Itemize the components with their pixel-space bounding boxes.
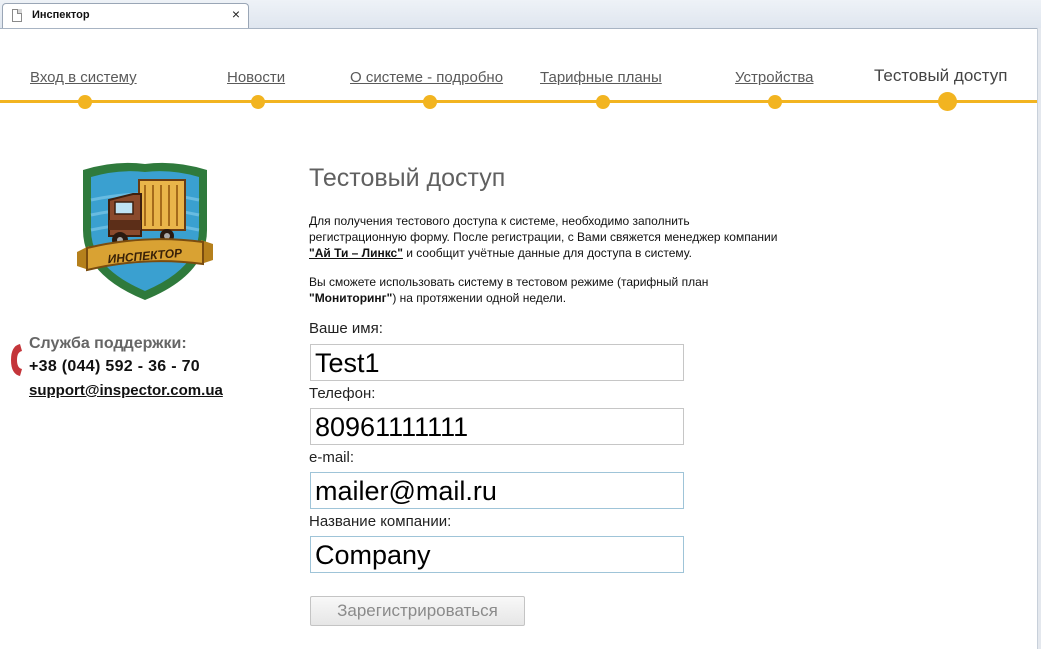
nav-dot-tariffs <box>596 95 610 109</box>
nav-dot-about <box>423 95 437 109</box>
nav-item-devices[interactable]: Устройства <box>735 69 813 86</box>
intro-paragraph-1: Для получения тестового доступа к систем… <box>309 213 829 261</box>
support-phone: +38 (044) 592 - 36 - 70 <box>29 358 201 375</box>
nav-item-news[interactable]: Новости <box>227 69 285 86</box>
intro-line: и сообщит учётные данные для доступа в с… <box>402 246 692 260</box>
inspector-logo: ИНСПЕКТОР <box>75 160 215 304</box>
close-icon[interactable]: × <box>232 6 240 22</box>
intro-line: регистрационную форму. После регистрации… <box>309 230 778 244</box>
browser-tab[interactable]: Инспектор × <box>2 3 249 28</box>
nav-item-tariffs[interactable]: Тарифные планы <box>540 69 662 86</box>
support-email-link[interactable]: support@inspector.com.ua <box>29 382 223 399</box>
phone-field[interactable] <box>310 408 684 445</box>
company-field[interactable] <box>310 536 684 573</box>
email-label: e-mail: <box>309 449 355 466</box>
nav-dot-news <box>251 95 265 109</box>
nav-dot-devices <box>768 95 782 109</box>
intro-line: ) на протяжении одной недели. <box>392 291 567 305</box>
name-field[interactable] <box>310 344 684 381</box>
nav-dot-test-access <box>938 92 957 111</box>
browser-tabstrip: Инспектор × <box>0 0 1041 29</box>
phone-icon <box>9 342 23 378</box>
page-title: Тестовый доступ <box>309 164 506 192</box>
nav-item-about[interactable]: О системе - подробно <box>350 69 503 86</box>
nav-dot-login <box>78 95 92 109</box>
company-label: Название компании: <box>309 513 452 530</box>
scrollbar-edge <box>1037 28 1041 649</box>
nav-item-test-access[interactable]: Тестовый доступ <box>874 66 1007 86</box>
email-field[interactable] <box>310 472 684 509</box>
support-title: Служба поддержки: <box>29 335 187 352</box>
nav-line <box>0 100 1037 103</box>
intro-line: Вы сможете использовать систему в тестов… <box>309 275 709 289</box>
intro-paragraph-2: Вы сможете использовать систему в тестов… <box>309 274 829 306</box>
page-icon <box>12 9 22 22</box>
intro-line: Для получения тестового доступа к систем… <box>309 214 690 228</box>
register-button[interactable]: Зарегистрироваться <box>310 596 525 626</box>
phone-label: Телефон: <box>309 385 376 402</box>
plan-name: "Мониторинг" <box>309 291 393 305</box>
nav-item-login[interactable]: Вход в систему <box>30 69 137 86</box>
company-name: "Ай Ти – Линкс" <box>309 246 403 260</box>
name-label: Ваше имя: <box>309 320 383 337</box>
tab-title: Инспектор <box>32 9 90 21</box>
